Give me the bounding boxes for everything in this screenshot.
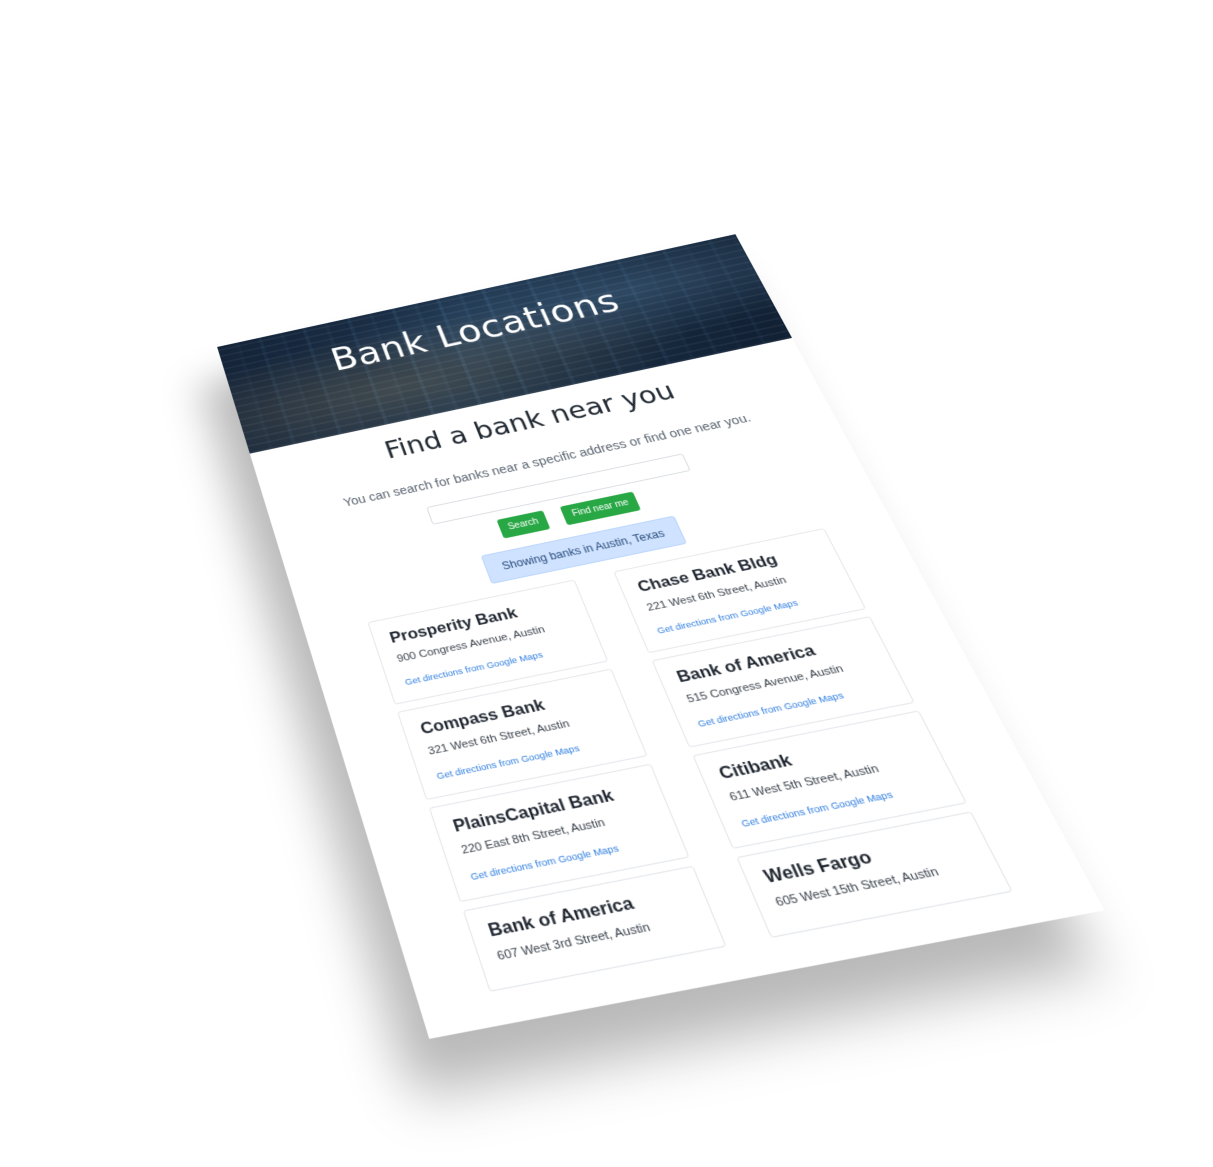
hero-title: Bank Locations [325, 282, 626, 379]
find-near-me-button[interactable]: Find near me [560, 491, 642, 526]
main-content: Find a bank near you You can search for … [250, 338, 1087, 1006]
bank-results-grid: Prosperity Bank 900 Congress Avenue, Aus… [305, 515, 1086, 1006]
screenshot-stage: Bank Locations Find a bank near you You … [0, 0, 1213, 1167]
search-button[interactable]: Search [496, 510, 551, 539]
web-page: Bank Locations Find a bank near you You … [217, 234, 1105, 1039]
